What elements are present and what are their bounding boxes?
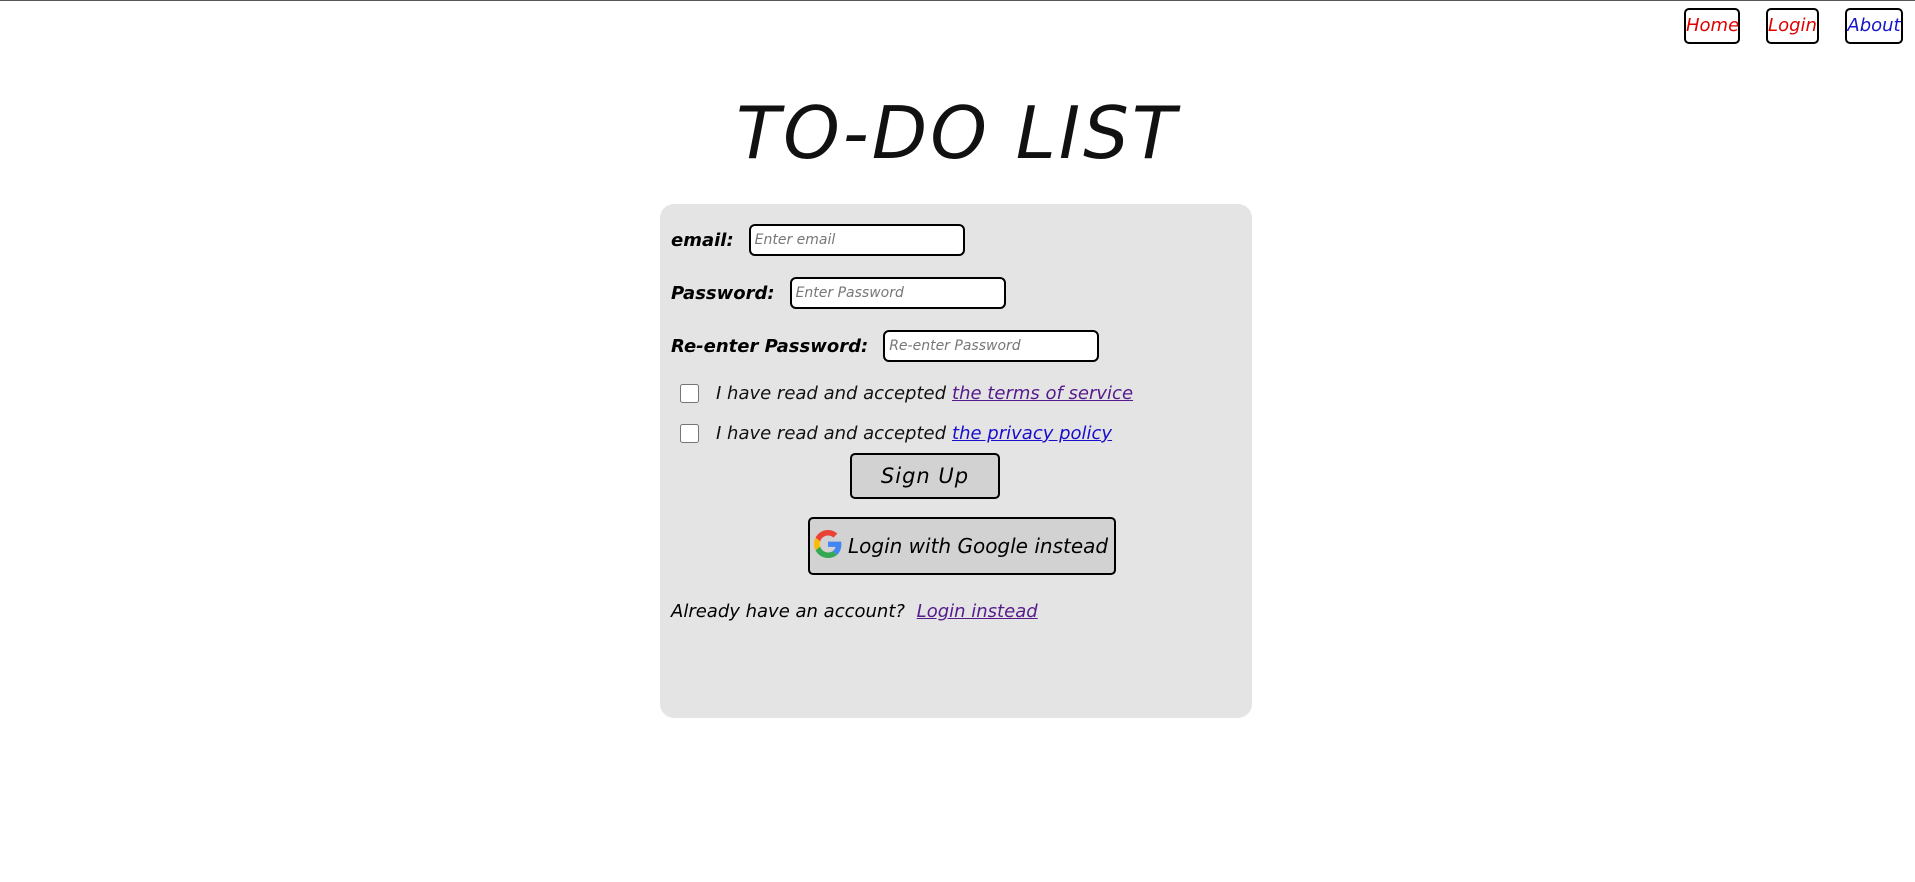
signup-button[interactable]: Sign Up	[850, 453, 1000, 499]
password-input[interactable]	[789, 277, 1006, 309]
privacy-row: I have read and accepted the privacy pol…	[680, 423, 1112, 444]
tos-link[interactable]: the terms of service	[952, 383, 1133, 404]
email-input[interactable]	[748, 224, 965, 256]
privacy-text: I have read and accepted	[716, 423, 947, 444]
email-row: email:	[671, 224, 965, 256]
google-login-button[interactable]: Login with Google instead	[808, 517, 1116, 575]
tos-checkbox[interactable]	[680, 384, 699, 403]
privacy-checkbox[interactable]	[680, 424, 699, 443]
nav-login-link[interactable]: Login	[1766, 8, 1819, 44]
repassword-label: Re-enter Password:	[671, 335, 869, 357]
email-label: email:	[671, 229, 734, 251]
login-instead-link[interactable]: Login instead	[917, 601, 1038, 622]
google-login-label: Login with Google instead	[848, 534, 1109, 558]
password-label: Password:	[671, 282, 775, 304]
nav-home-link[interactable]: Home	[1684, 8, 1740, 44]
page-title: TO-DO LIST	[736, 91, 1179, 175]
already-account-row: Already have an account? Login instead	[671, 601, 1038, 622]
already-account-text: Already have an account?	[671, 601, 905, 622]
repassword-input[interactable]	[883, 330, 1100, 362]
tos-text: I have read and accepted	[716, 383, 947, 404]
tos-row: I have read and accepted the terms of se…	[680, 383, 1133, 404]
top-nav: Home Login About	[1684, 8, 1903, 44]
signup-card: email: Password: Re-enter Password: I ha…	[660, 204, 1252, 718]
password-row: Password:	[671, 277, 1006, 309]
repassword-row: Re-enter Password:	[671, 330, 1100, 362]
google-g-icon	[814, 530, 842, 558]
nav-about-link[interactable]: About	[1845, 8, 1903, 44]
privacy-link[interactable]: the privacy policy	[952, 423, 1112, 444]
